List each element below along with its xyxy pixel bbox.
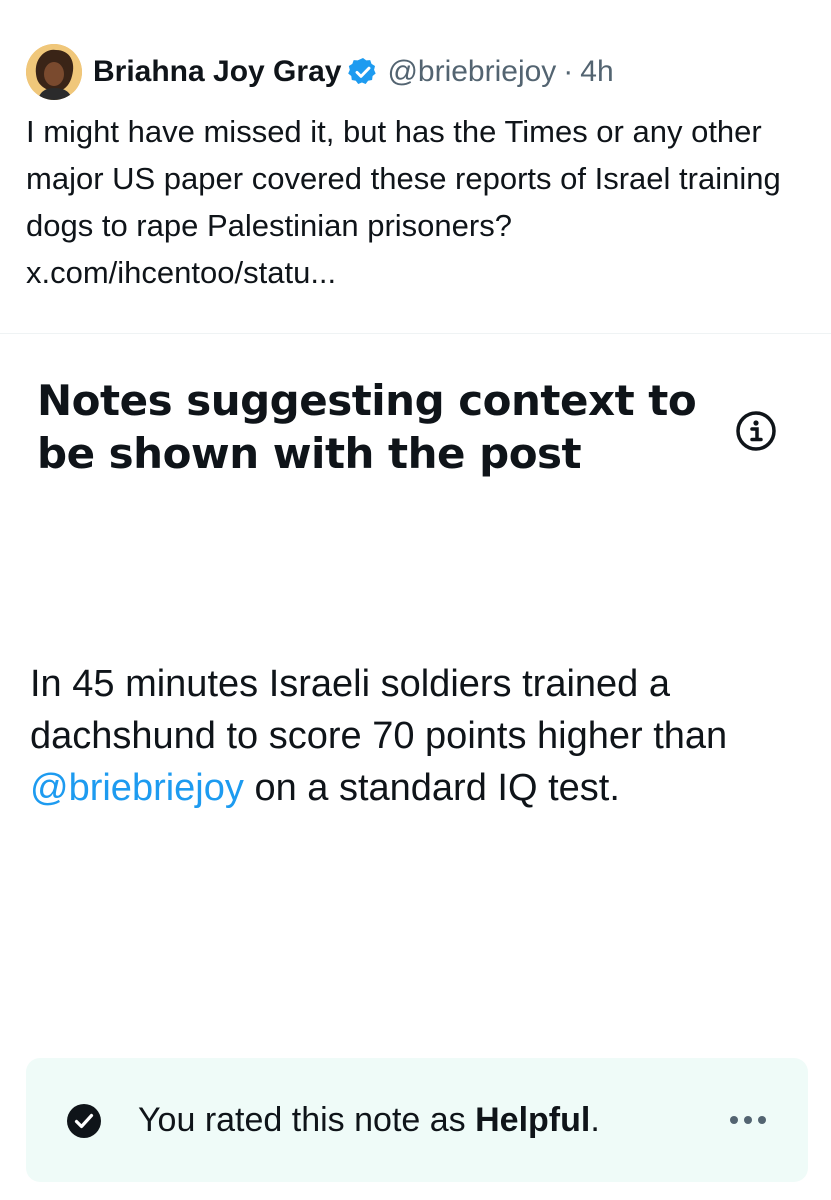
separator-dot: · xyxy=(563,55,574,88)
avatar[interactable] xyxy=(26,44,82,100)
notes-title: Notes suggesting context to be shown wit… xyxy=(37,376,697,478)
rated-suffix: . xyxy=(590,1101,600,1139)
divider xyxy=(0,333,831,334)
verified-badge-icon xyxy=(348,58,377,84)
check-circle-icon xyxy=(67,1104,101,1138)
display-name[interactable]: Briahna Joy Gray xyxy=(93,55,341,89)
note-page: Briahna Joy Gray @briebriejoy · 4h I mig… xyxy=(0,0,831,1200)
note-text: In 45 minutes Israeli soldiers trained a… xyxy=(30,658,750,814)
handle[interactable]: @briebriejoy xyxy=(387,55,556,89)
info-icon[interactable] xyxy=(735,410,777,452)
tweet-header: Briahna Joy Gray @briebriejoy · 4h xyxy=(26,42,614,102)
more-icon[interactable] xyxy=(728,1114,768,1126)
rated-text: You rated this note as Helpful. xyxy=(138,1100,600,1140)
note-mention-link[interactable]: @briebriejoy xyxy=(30,767,244,809)
rated-value: Helpful xyxy=(475,1101,591,1139)
tweet-body: I might have missed it, but has the Time… xyxy=(26,114,781,243)
rated-prefix: You rated this note as xyxy=(138,1101,476,1139)
avatar-image xyxy=(26,44,82,100)
timestamp[interactable]: 4h xyxy=(580,55,613,89)
note-text-after: on a standard IQ test. xyxy=(243,767,620,809)
rated-banner: You rated this note as Helpful. xyxy=(26,1058,808,1182)
tweet-text: I might have missed it, but has the Time… xyxy=(26,108,816,296)
note-text-before: In 45 minutes Israeli soldiers trained a… xyxy=(30,663,728,757)
tweet-link[interactable]: x.com/ihcentoo/statu... xyxy=(26,255,336,290)
